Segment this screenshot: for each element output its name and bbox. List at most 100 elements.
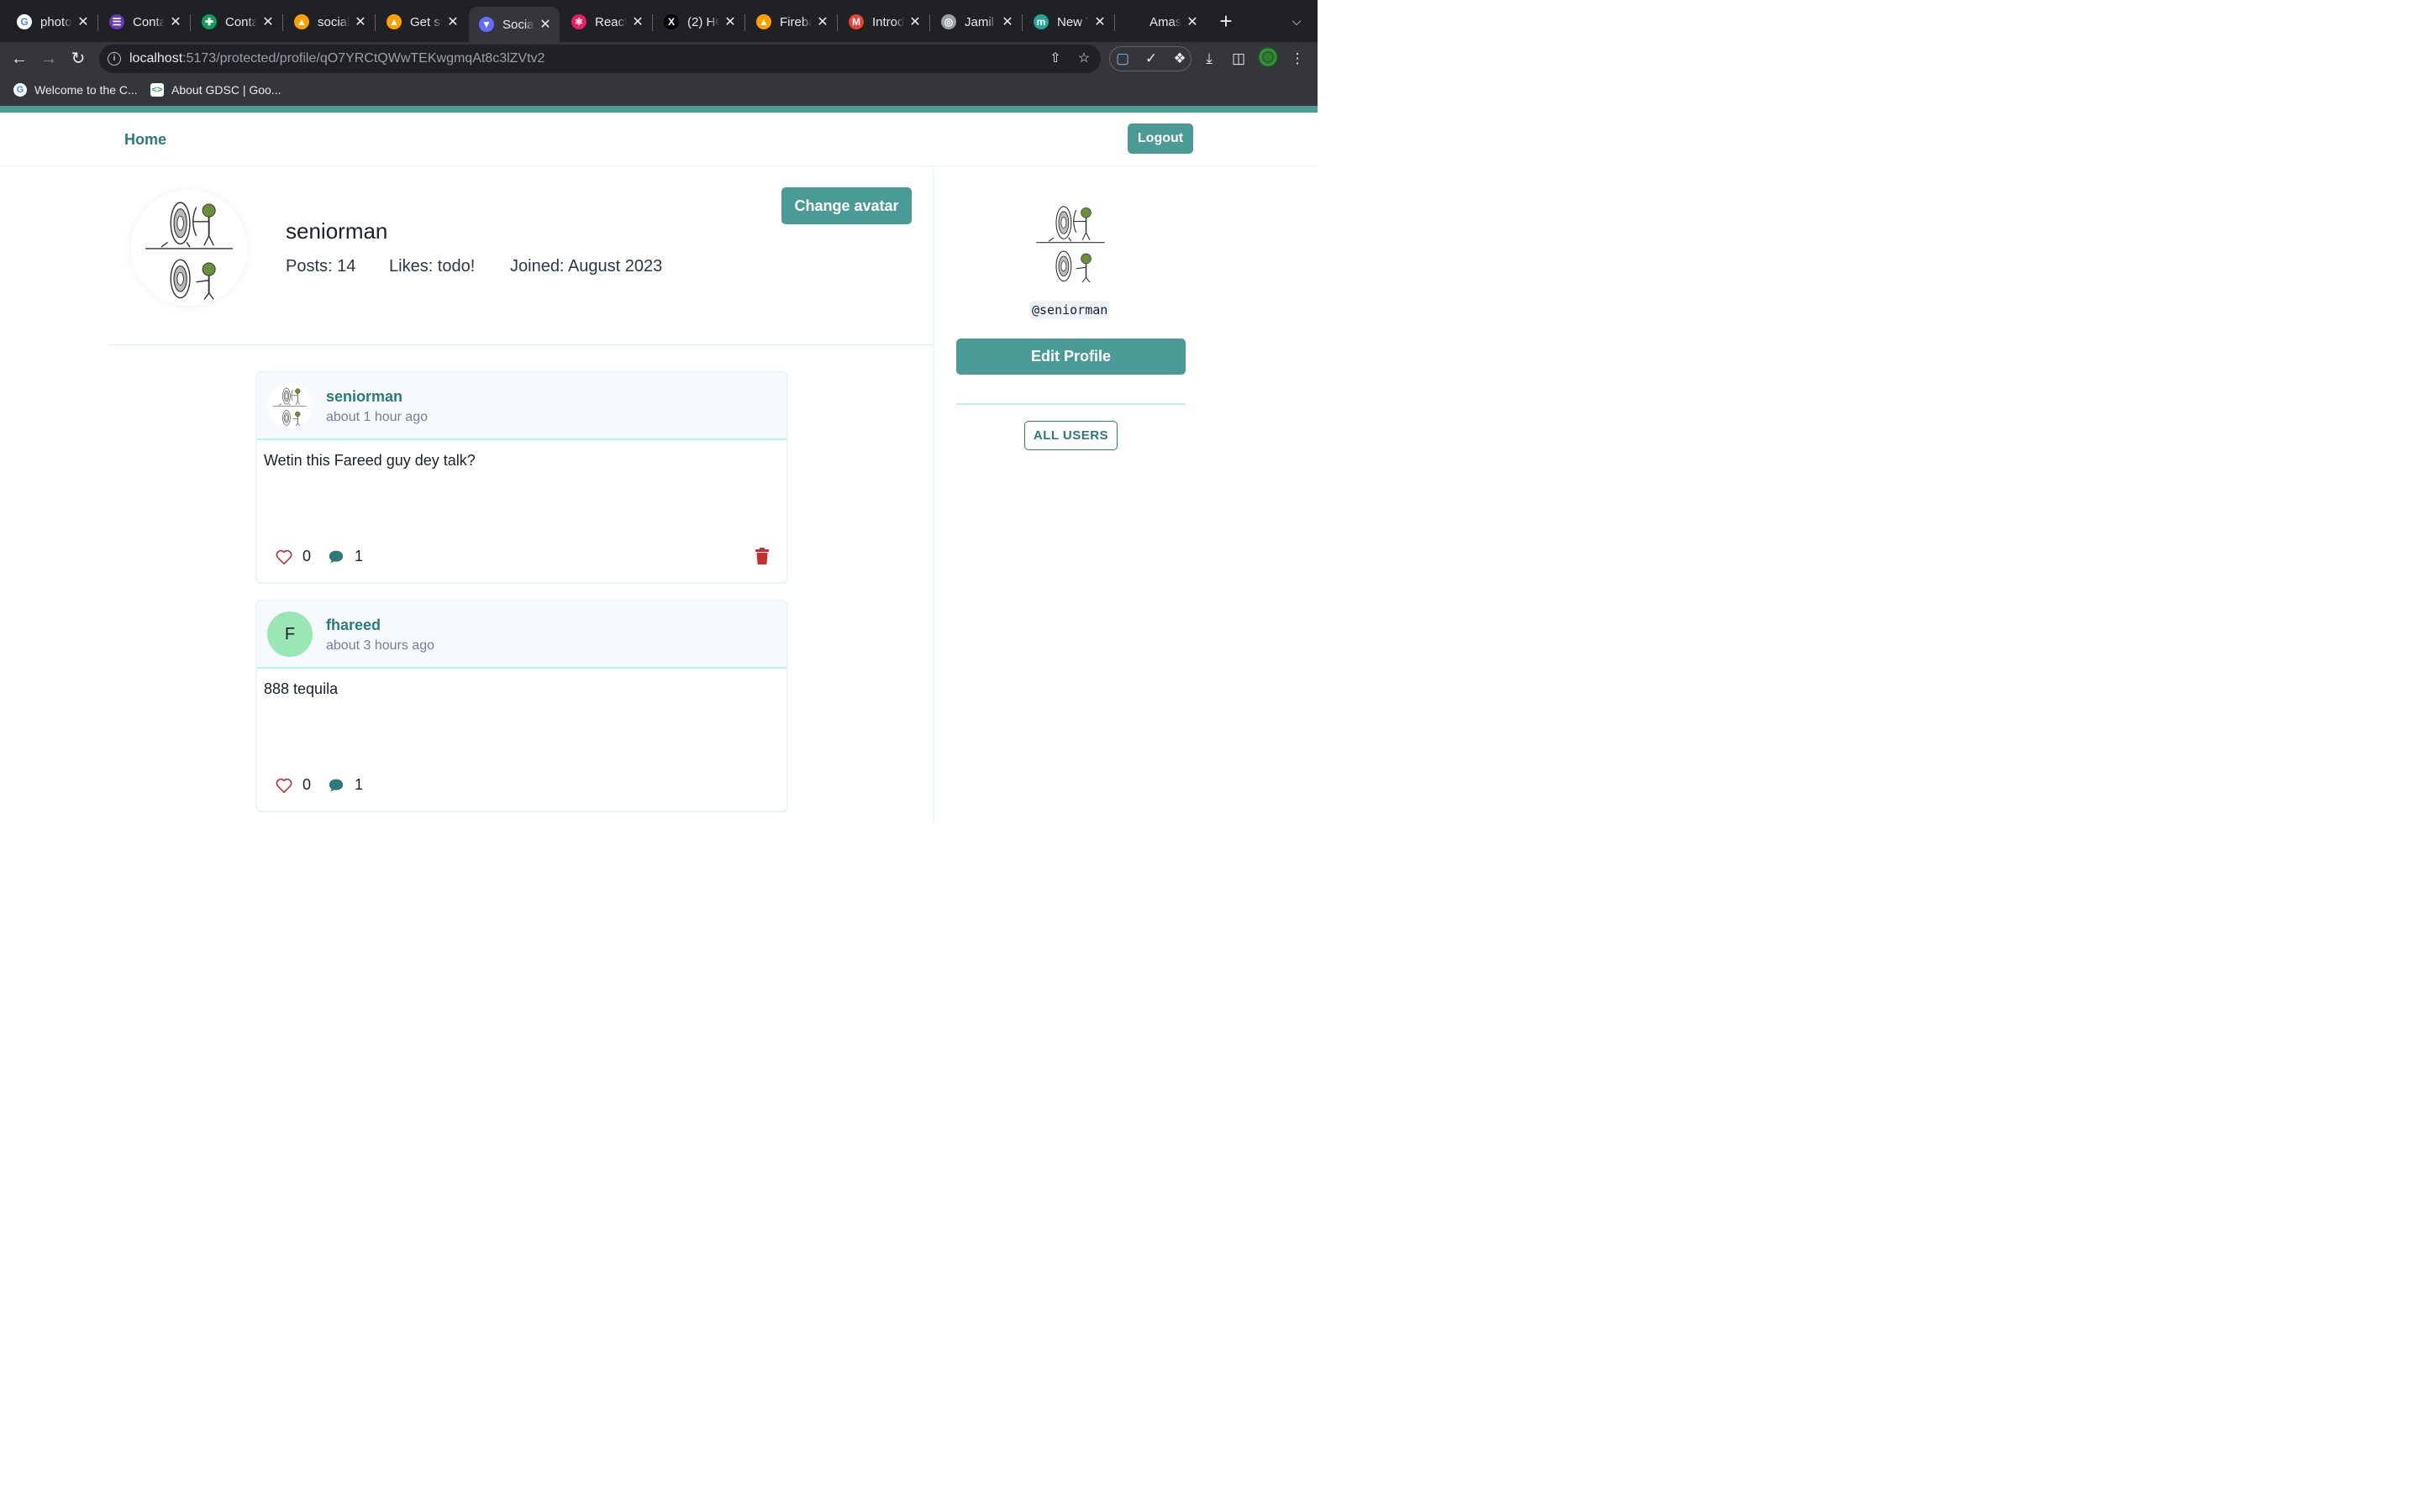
change-avatar-button[interactable]: Change avatar [781, 187, 912, 224]
new-tab-button[interactable]: + [1215, 10, 1237, 32]
firebase-icon: ▲ [294, 14, 309, 29]
comment-button[interactable]: 1 [328, 548, 363, 565]
close-tab-icon[interactable]: ✕ [538, 16, 553, 33]
site-info-icon[interactable]: i [108, 52, 121, 66]
comment-icon [329, 779, 344, 791]
browser-tab[interactable]: ☰ Contacts✕ [99, 8, 190, 35]
globe-icon: ◎ [941, 14, 956, 29]
browser-tab[interactable]: ▲ socialhub✕ [284, 8, 375, 35]
puzzle-extensions-icon[interactable]: ❖ [1171, 50, 1189, 68]
bookmark-star-icon[interactable]: ☆ [1076, 50, 1092, 67]
browser-tab[interactable]: ▲ Get started✕ [376, 8, 467, 35]
browser-tab[interactable]: ▼ Social ✕ [469, 7, 560, 42]
tab-search-chevron-icon[interactable]: ⌵ [1287, 12, 1306, 30]
profile-likes-count: Likes: todo! [389, 257, 476, 276]
side-panel-icon[interactable]: ◫ [1229, 50, 1248, 68]
tab-title: Amasa [1150, 14, 1181, 29]
back-arrow-icon[interactable]: ← [7, 46, 32, 71]
react-icon: ⚛ [571, 14, 587, 29]
sheets-icon: ✚ [202, 14, 217, 29]
m-icon: m [1034, 14, 1049, 29]
bookmark-label: Welcome to the C... [34, 83, 138, 97]
profile-joined-date: Joined: August 2023 [510, 257, 663, 276]
post-author-avatar[interactable]: F [267, 612, 313, 657]
tab-separator [282, 14, 283, 31]
close-tab-icon[interactable]: ✕ [815, 13, 830, 30]
close-tab-icon[interactable]: ✕ [723, 13, 738, 30]
tab-title: Firebase [780, 14, 812, 29]
tab-separator [1022, 14, 1023, 31]
post-card: F fhareed about 3 hours ago 888 tequila … [255, 600, 788, 812]
close-tab-icon[interactable]: ✕ [1000, 13, 1015, 30]
copy-extension-icon[interactable]: ▢ [1113, 50, 1132, 68]
close-tab-icon[interactable]: ✕ [353, 13, 368, 30]
tab-separator [929, 14, 930, 31]
post-body: 888 tequila [264, 680, 339, 697]
tab-separator [837, 14, 838, 31]
archer-avatar-image [1035, 206, 1106, 283]
comment-count: 1 [355, 548, 364, 564]
download-icon[interactable]: ⤓ [1200, 50, 1218, 68]
bookmark-welcome[interactable]: G Welcome to the C... [13, 83, 138, 97]
sidebar-section-divider [956, 403, 1186, 405]
comment-button[interactable]: 1 [328, 776, 363, 794]
close-tab-icon[interactable]: ✕ [76, 13, 91, 30]
url-host: localhost [129, 51, 183, 66]
kebab-menu-icon[interactable]: ⋮ [1288, 50, 1307, 68]
logout-button[interactable]: Logout [1128, 123, 1193, 154]
sidebar-divider [933, 166, 934, 823]
browser-tab[interactable]: ✚ Contacts✕ [192, 8, 282, 35]
share-icon[interactable]: ⇧ [1047, 50, 1064, 67]
browser-tab[interactable]: ◎ Jamil A✕ [931, 8, 1022, 35]
post-timestamp: about 1 hour ago [326, 410, 428, 424]
browser-tab[interactable]: ⚛ React Icons✕ [561, 8, 652, 35]
close-tab-icon[interactable]: ✕ [168, 13, 183, 30]
browser-tab[interactable]: Amasa ✕ [1116, 8, 1207, 35]
post-body: Wetin this Fareed guy dey talk? [264, 452, 476, 469]
post-author-avatar[interactable] [267, 383, 313, 428]
tab-separator [190, 14, 191, 31]
close-tab-icon[interactable]: ✕ [1092, 13, 1107, 30]
post-header: seniorman about 1 hour ago [257, 373, 786, 440]
browser-tab[interactable]: ▲ Firebase✕ [746, 8, 837, 35]
home-link[interactable]: Home [124, 131, 166, 149]
edit-profile-button[interactable]: Edit Profile [956, 339, 1186, 375]
trash-icon[interactable] [755, 548, 770, 564]
close-tab-icon[interactable]: ✕ [630, 13, 645, 30]
tab-title: Contacts [225, 14, 257, 29]
close-tab-icon[interactable]: ✕ [1185, 13, 1200, 30]
like-button[interactable]: 0 [276, 548, 311, 565]
eyedropper-extension-icon[interactable]: ✓ [1142, 50, 1160, 68]
bookmarks-bar: G Welcome to the C... <> About GDSC | Go… [0, 76, 1318, 106]
forward-arrow-icon[interactable]: → [36, 46, 61, 71]
tab-separator [375, 14, 376, 31]
post-timestamp: about 3 hours ago [326, 638, 434, 653]
user-handle: @seniorman [1030, 301, 1110, 319]
like-count: 0 [302, 776, 312, 793]
profile-divider [109, 344, 933, 345]
close-tab-icon[interactable]: ✕ [260, 13, 276, 30]
url-text[interactable]: localhost:5173/protected/profile/qO7YRCt… [129, 51, 544, 66]
tab-title: Introduction [872, 14, 904, 29]
tab-title: React Icons [595, 14, 627, 29]
browser-tab[interactable]: m New Tab✕ [1023, 8, 1114, 35]
like-count: 0 [302, 548, 312, 564]
post-author-name[interactable]: seniorman [326, 388, 402, 406]
all-users-button[interactable]: ALL USERS [1024, 421, 1118, 450]
browser-tab[interactable]: Gphotos ✕ [7, 8, 97, 35]
tab-title: Jamil A [965, 14, 997, 29]
like-button[interactable]: 0 [276, 776, 311, 794]
sidebar-avatar [1025, 197, 1116, 287]
browser-tab[interactable]: M Introduction ✕ [839, 8, 929, 35]
comment-icon [329, 550, 344, 563]
reload-icon[interactable]: ↻ [66, 46, 91, 71]
close-tab-icon[interactable]: ✕ [445, 13, 460, 30]
firebase-icon: ▲ [756, 14, 771, 29]
bookmark-gdsc[interactable]: <> About GDSC | Goo... [150, 83, 281, 97]
browser-tab[interactable]: X (2) HOME ✕ [654, 8, 744, 35]
close-tab-icon[interactable]: ✕ [908, 13, 923, 30]
firebase-icon: ▲ [387, 14, 402, 29]
browser-profile-avatar[interactable] [1258, 47, 1278, 67]
address-bar[interactable]: i localhost:5173/protected/profile/qO7YR… [99, 45, 1101, 73]
post-author-name[interactable]: fhareed [326, 617, 381, 634]
